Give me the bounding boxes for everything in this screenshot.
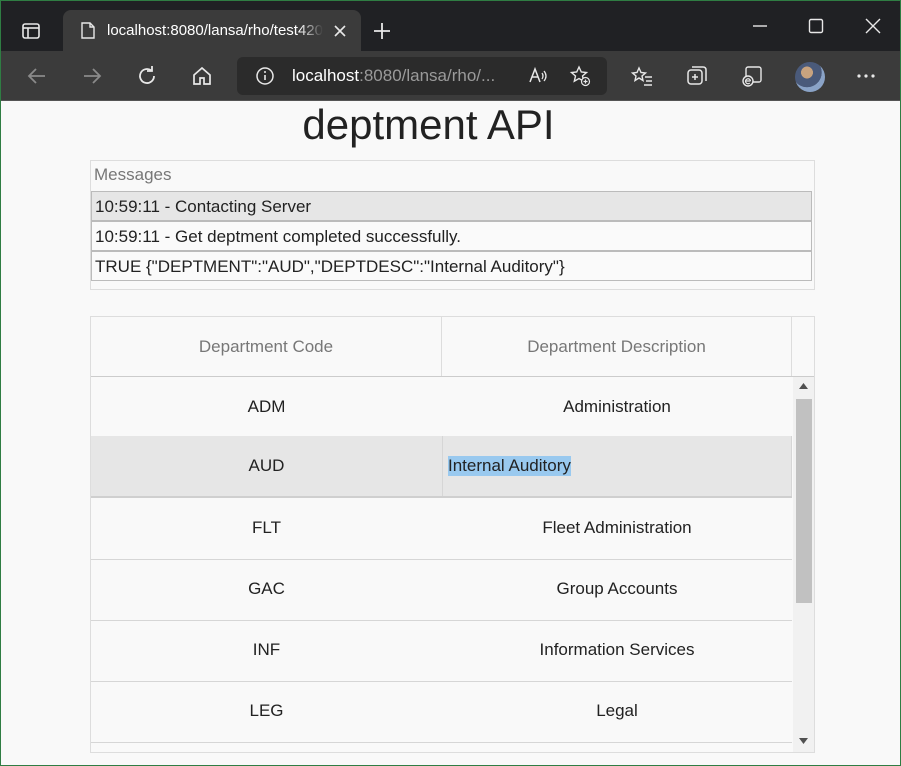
messages-panel: Messages 10:59:11 - Contacting Server 10…: [90, 160, 815, 290]
ie-mode-icon[interactable]: [740, 64, 764, 88]
department-code-cell: INF: [252, 640, 281, 659]
selected-text: Internal Auditory: [448, 456, 571, 476]
maximize-icon[interactable]: [807, 17, 825, 35]
department-description-cell: Administration: [563, 397, 671, 416]
grid-header: Department Code Department Description: [91, 317, 814, 377]
site-info-icon[interactable]: [255, 66, 275, 86]
department-code-cell: GAC: [248, 579, 285, 598]
tab-title: localhost:8080/lansa/rho/test420: [107, 22, 323, 42]
refresh-icon[interactable]: [135, 64, 159, 88]
home-icon[interactable]: [190, 64, 214, 88]
favorites-icon[interactable]: [630, 64, 654, 88]
messages-heading: Messages: [94, 165, 172, 184]
department-code-cell: AUD: [248, 456, 285, 475]
table-row[interactable]: GAC Group Accounts: [91, 559, 792, 621]
page-icon: [81, 22, 95, 39]
read-aloud-icon[interactable]: [527, 65, 549, 87]
collections-icon[interactable]: [685, 64, 709, 88]
department-code-cell: FLT: [252, 518, 281, 537]
close-tab-icon[interactable]: [333, 24, 347, 38]
address-bar[interactable]: localhost:8080/lansa/rho/...: [237, 57, 607, 95]
department-description-cell: Information Services: [539, 640, 695, 659]
address-host: localhost: [292, 66, 360, 85]
tab-actions-icon[interactable]: [21, 21, 41, 41]
browser-tab[interactable]: localhost:8080/lansa/rho/test420: [63, 10, 361, 51]
address-path: :8080/lansa/rho/...: [359, 66, 496, 85]
department-grid: Department Code Department Description A…: [90, 316, 815, 753]
scrollbar-thumb[interactable]: [796, 399, 812, 603]
department-code-cell: ADM: [247, 397, 286, 416]
minimize-icon[interactable]: [751, 17, 769, 35]
table-row[interactable]: LEG Legal: [91, 681, 792, 743]
vertical-scrollbar[interactable]: [793, 377, 814, 752]
message-item[interactable]: 10:59:11 - Get deptment completed succes…: [91, 221, 812, 251]
table-row[interactable]: INF Information Services: [91, 620, 792, 682]
department-code-cell: LEG: [249, 701, 284, 720]
close-window-icon[interactable]: [864, 17, 882, 35]
department-description-cell: Legal: [596, 701, 638, 720]
grid-body: ADM Administration AUD Internal Auditory…: [91, 377, 792, 752]
browser-tab-bar: localhost:8080/lansa/rho/test420: [1, 1, 900, 51]
page-title: deptment API: [302, 101, 555, 148]
scroll-down-arrow-icon[interactable]: [799, 738, 808, 744]
table-row-selected[interactable]: AUD Internal Auditory: [91, 436, 792, 498]
table-row[interactable]: FLT Fleet Administration: [91, 498, 792, 560]
table-row[interactable]: ADM Administration: [91, 377, 792, 439]
forward-icon[interactable]: [80, 64, 104, 88]
column-header-code[interactable]: Department Code: [91, 317, 442, 376]
browser-toolbar: localhost:8080/lansa/rho/...: [1, 51, 900, 101]
back-icon[interactable]: [25, 64, 49, 88]
department-description-cell[interactable]: Internal Auditory: [442, 436, 792, 496]
profile-avatar[interactable]: [795, 62, 825, 92]
message-item[interactable]: 10:59:11 - Contacting Server: [91, 191, 812, 221]
address-text[interactable]: localhost:8080/lansa/rho/...: [292, 66, 495, 86]
add-favorite-icon[interactable]: [569, 65, 591, 87]
scroll-up-arrow-icon[interactable]: [799, 383, 808, 389]
new-tab-icon[interactable]: [373, 22, 391, 40]
department-description-cell: Group Accounts: [556, 579, 678, 598]
message-item[interactable]: TRUE {"DEPTMENT":"AUD","DEPTDESC":"Inter…: [91, 251, 812, 281]
department-description-cell: Fleet Administration: [542, 518, 692, 537]
column-header-description[interactable]: Department Description: [442, 317, 792, 376]
more-options-icon[interactable]: [854, 64, 878, 88]
